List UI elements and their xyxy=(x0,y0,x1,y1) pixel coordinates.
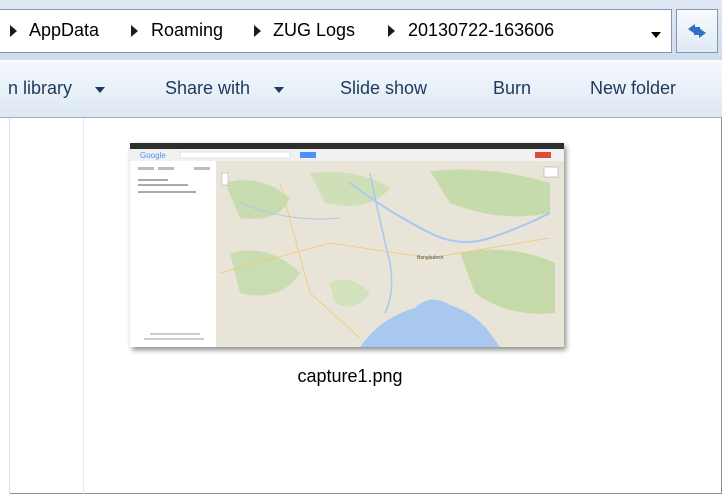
address-breadcrumb-bar[interactable]: AppData Roaming ZUG Logs 20130722-163606 xyxy=(0,9,672,53)
burn-button[interactable]: Burn xyxy=(493,78,531,99)
breadcrumb-separator-icon[interactable] xyxy=(254,25,261,37)
chevron-down-icon[interactable] xyxy=(95,87,105,93)
share-with-button[interactable]: Share with xyxy=(165,78,250,99)
breadcrumb-separator-icon[interactable] xyxy=(10,25,17,37)
command-bar: n library Share with Slide show Burn New… xyxy=(0,60,722,118)
include-in-library-button[interactable]: n library xyxy=(8,78,72,99)
breadcrumb-zug-logs[interactable]: ZUG Logs xyxy=(273,20,355,41)
new-folder-button[interactable]: New folder xyxy=(590,78,676,99)
pane-splitter[interactable] xyxy=(83,118,84,494)
address-bar-row: AppData Roaming ZUG Logs 20130722-163606 xyxy=(0,0,722,60)
slide-show-button[interactable]: Slide show xyxy=(340,78,427,99)
file-name-label[interactable]: capture1.png xyxy=(260,366,440,387)
refresh-button[interactable] xyxy=(676,9,718,53)
breadcrumb-separator-icon[interactable] xyxy=(388,25,395,37)
breadcrumb-current-folder[interactable]: 20130722-163606 xyxy=(408,20,554,41)
file-thumbnail[interactable]: Google Bangladesh xyxy=(130,143,564,347)
chevron-down-icon[interactable] xyxy=(274,87,284,93)
map-screenshot-image: Google Bangladesh xyxy=(130,143,564,347)
breadcrumb-appdata[interactable]: AppData xyxy=(29,20,99,41)
svg-text:Google: Google xyxy=(140,151,166,160)
svg-text:Bangladesh: Bangladesh xyxy=(417,255,444,261)
breadcrumb-roaming[interactable]: Roaming xyxy=(151,20,223,41)
navigation-pane[interactable] xyxy=(0,118,10,494)
refresh-icon xyxy=(688,24,706,38)
address-history-dropdown-icon[interactable] xyxy=(651,32,661,38)
breadcrumb-separator-icon[interactable] xyxy=(131,25,138,37)
